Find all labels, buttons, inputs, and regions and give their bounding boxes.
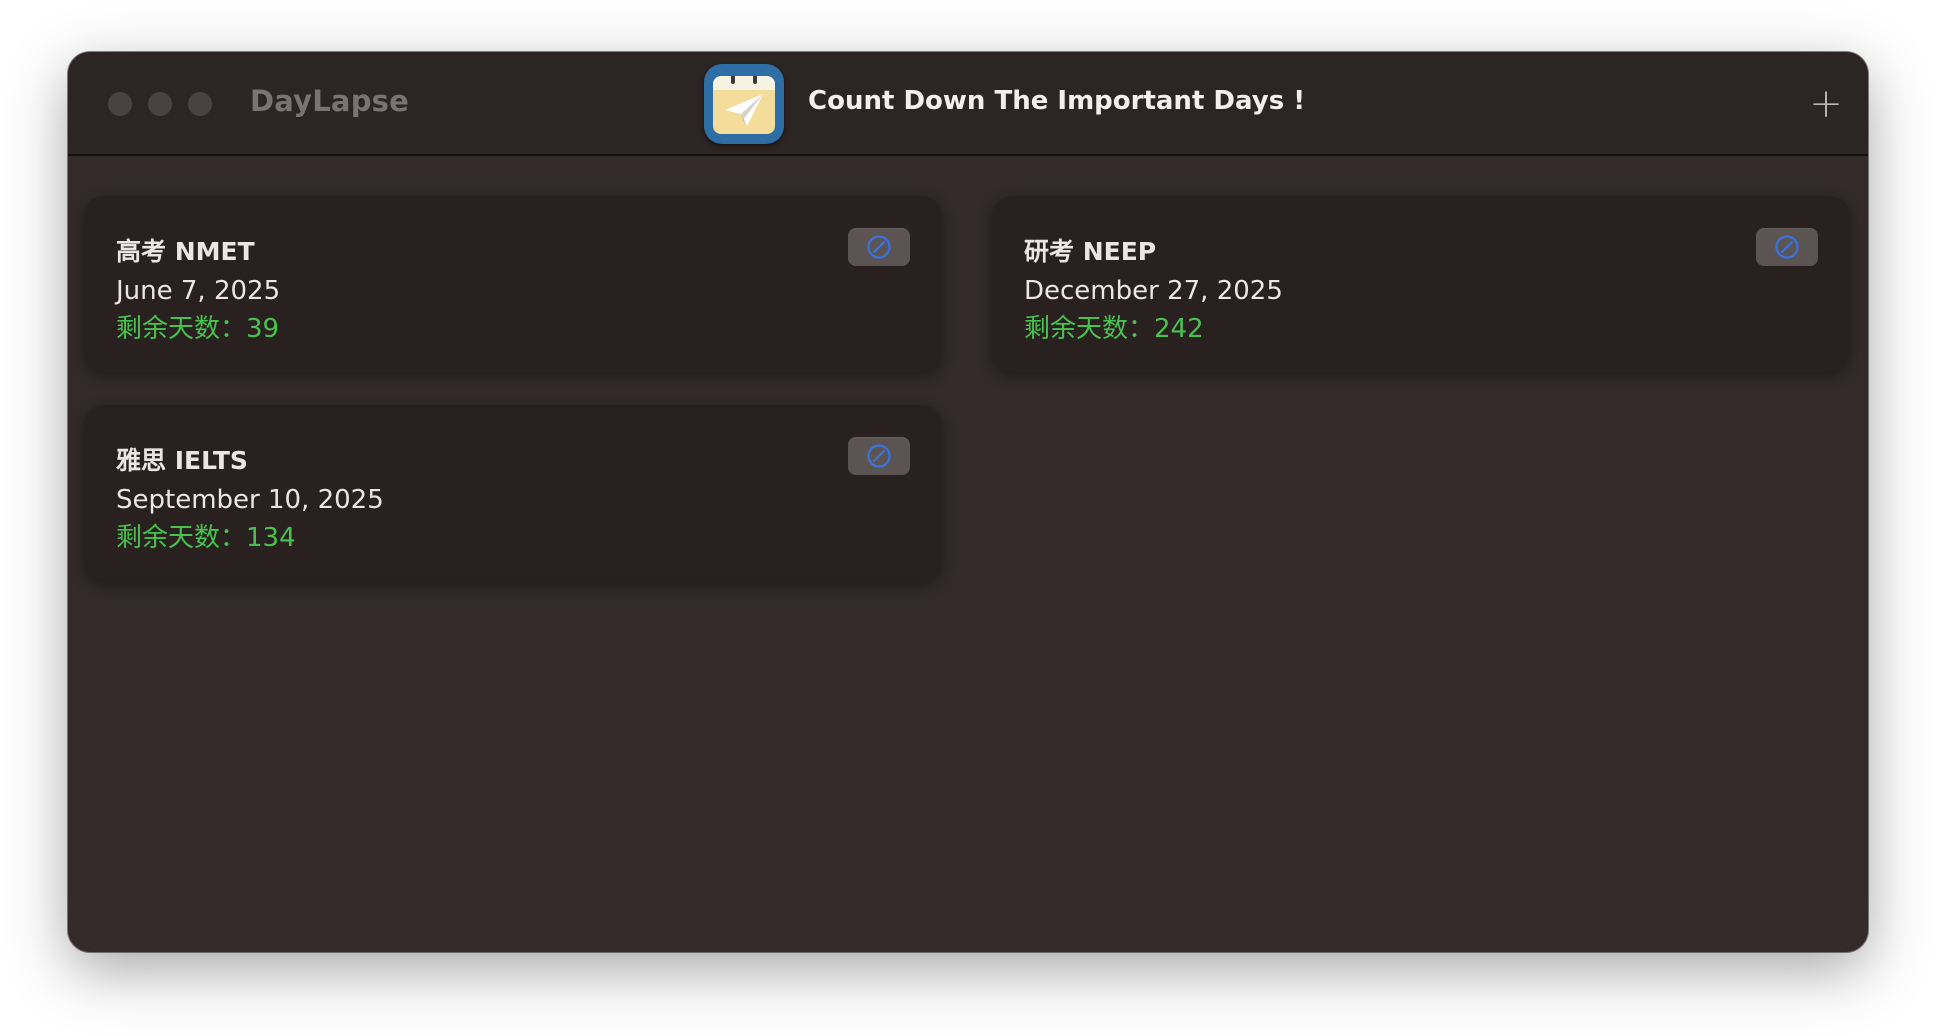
prohibit-icon: [1775, 235, 1799, 259]
title-bar: DayLapse Count Down The Important Days !…: [68, 52, 1868, 156]
remaining-label: 剩余天数：: [1024, 314, 1155, 344]
delete-countdown-button[interactable]: [848, 437, 910, 475]
prohibit-icon: [867, 444, 891, 468]
zoom-window-button[interactable]: [188, 92, 212, 116]
countdown-date: December 27, 2025: [1024, 276, 1283, 306]
window-title: Count Down The Important Days !: [808, 86, 1306, 116]
minimize-window-button[interactable]: [148, 92, 172, 116]
remaining-label: 剩余天数：: [116, 314, 247, 344]
countdown-card: 研考 NEEP December 27, 2025 剩余天数：242: [992, 196, 1850, 372]
remaining-days: 242: [1154, 314, 1204, 344]
prohibit-icon: [867, 235, 891, 259]
countdown-remaining: 剩余天数：134: [116, 517, 296, 554]
countdown-name: 高考 NMET: [116, 237, 255, 266]
plus-icon: +: [1809, 81, 1843, 127]
remaining-days: 39: [246, 314, 280, 344]
countdown-card: 雅思 IELTS September 10, 2025 剩余天数：134: [84, 405, 942, 581]
remaining-days: 134: [246, 523, 296, 553]
countdown-name: 雅思 IELTS: [116, 446, 248, 475]
remaining-label: 剩余天数：: [116, 523, 247, 553]
app-name: DayLapse: [250, 84, 409, 118]
countdown-card: 高考 NMET June 7, 2025 剩余天数：39: [84, 196, 942, 372]
close-window-button[interactable]: [108, 92, 132, 116]
app-window: DayLapse Count Down The Important Days !…: [68, 52, 1868, 952]
delete-countdown-button[interactable]: [1756, 228, 1818, 266]
countdown-remaining: 剩余天数：39: [116, 308, 279, 345]
countdown-date: June 7, 2025: [116, 276, 281, 306]
delete-countdown-button[interactable]: [848, 228, 910, 266]
calendar-paper-plane-icon: [704, 64, 784, 144]
countdown-remaining: 剩余天数：242: [1024, 308, 1204, 345]
countdown-name: 研考 NEEP: [1024, 237, 1157, 266]
add-countdown-button[interactable]: +: [1802, 80, 1850, 128]
countdown-date: September 10, 2025: [116, 485, 384, 515]
